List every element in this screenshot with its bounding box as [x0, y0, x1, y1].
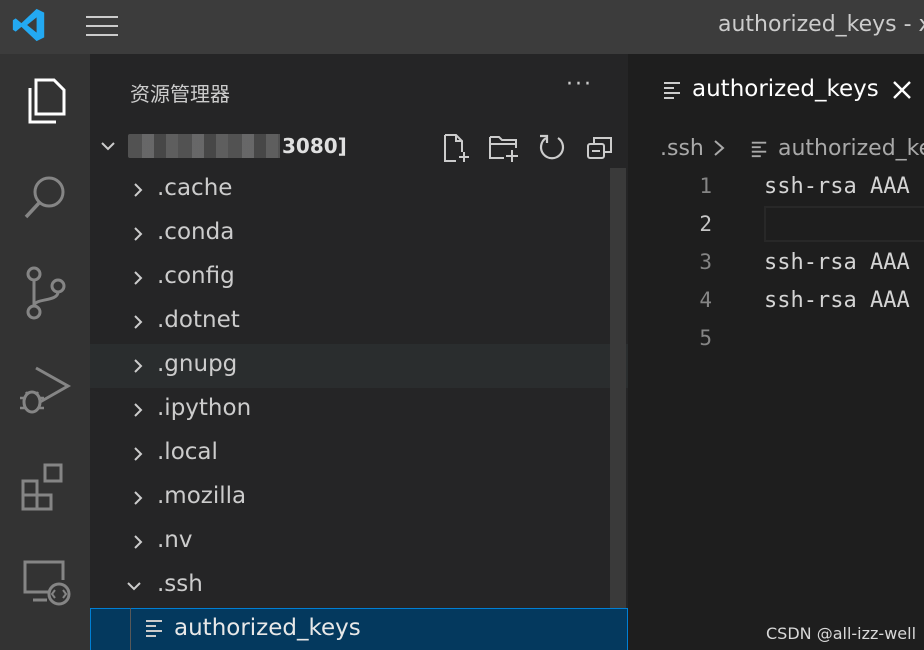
title-bar: authorized_keys - xt — [0, 0, 924, 54]
chevron-down-icon — [101, 142, 115, 151]
refresh-icon[interactable] — [536, 132, 568, 164]
new-folder-icon[interactable] — [488, 132, 520, 164]
chevron-right-icon — [714, 140, 725, 156]
tree-folder-nv[interactable]: .nv — [90, 520, 628, 564]
tree-folder-dotnet[interactable]: .dotnet — [90, 300, 628, 344]
tree-item-label: .cache — [157, 175, 233, 201]
code-line: ssh-rsa AAA — [764, 250, 910, 275]
tree-folder-ssh[interactable]: .ssh — [90, 564, 628, 608]
menu-button[interactable] — [84, 12, 120, 40]
line-number: 3 — [699, 250, 712, 274]
collapse-all-icon[interactable] — [584, 132, 616, 164]
chevron-right-icon — [134, 491, 143, 505]
chevron-right-icon — [134, 535, 143, 549]
tree-item-label: .ssh — [157, 571, 203, 597]
file-tree: .cache .conda .config .dotnet .gnupg .ip… — [90, 168, 628, 650]
chevron-right-icon — [134, 183, 143, 197]
tree-item-label: .mozilla — [157, 483, 247, 509]
text-file-icon — [664, 82, 680, 99]
tree-folder-conda[interactable]: .conda — [90, 212, 628, 256]
code-line: ssh-rsa AAA — [764, 174, 910, 199]
tree-folder-ipython[interactable]: .ipython — [90, 388, 628, 432]
tree-item-label: .nv — [157, 527, 193, 553]
remote-explorer-icon[interactable] — [12, 548, 78, 614]
tab-label: authorized_keys — [692, 76, 879, 102]
workspace-folder-header[interactable]: 3080] — [90, 126, 628, 166]
line-number: 4 — [699, 288, 712, 312]
watermark: CSDN @all-izz-well — [766, 624, 917, 643]
chevron-right-icon — [134, 227, 143, 241]
tree-item-label: .dotnet — [157, 307, 240, 333]
breadcrumb-folder[interactable]: .ssh — [660, 136, 704, 161]
tree-folder-gnupg[interactable]: .gnupg — [90, 344, 628, 388]
tree-item-label: .local — [157, 439, 218, 465]
new-file-icon[interactable] — [440, 132, 472, 164]
indent-guide — [130, 608, 131, 650]
chevron-right-icon — [134, 359, 143, 373]
text-file-icon — [146, 620, 162, 637]
search-icon[interactable] — [12, 164, 78, 230]
editor-tab-bar: authorized_keys — [628, 54, 924, 126]
tree-item-label: .conda — [157, 219, 235, 245]
editor-area: authorized_keys .ssh authorized_keys 1 2… — [628, 54, 924, 650]
text-file-icon — [751, 141, 767, 158]
explorer-sidebar: 资源管理器 ··· 3080] .cache .conda .config .d… — [90, 54, 628, 650]
tab-authorized-keys[interactable]: authorized_keys — [628, 54, 924, 126]
folder-name-suffix: 3080] — [280, 134, 347, 158]
tree-file-authorized-keys[interactable]: authorized_keys — [90, 608, 628, 650]
line-number: 5 — [699, 326, 712, 350]
chevron-right-icon — [134, 403, 143, 417]
chevron-right-icon — [134, 447, 143, 461]
extensions-icon[interactable] — [12, 452, 78, 518]
more-actions-button[interactable]: ··· — [566, 72, 593, 97]
tree-folder-mozilla[interactable]: .mozilla — [90, 476, 628, 520]
explorer-icon[interactable] — [12, 68, 78, 134]
tree-folder-config[interactable]: .config — [90, 256, 628, 300]
tree-item-label: .gnupg — [157, 351, 238, 377]
tree-folder-cache[interactable]: .cache — [90, 168, 628, 212]
tree-item-label: authorized_keys — [174, 615, 361, 641]
chevron-down-icon — [127, 582, 141, 591]
window-title: authorized_keys - xt — [718, 12, 924, 37]
source-control-icon[interactable] — [12, 260, 78, 326]
sidebar-scrollbar[interactable] — [610, 168, 626, 608]
tree-folder-local[interactable]: .local — [90, 432, 628, 476]
tree-item-label: .ipython — [157, 395, 252, 421]
chevron-right-icon — [134, 271, 143, 285]
close-icon[interactable] — [888, 76, 916, 104]
sidebar-title: 资源管理器 — [130, 82, 230, 106]
chevron-right-icon — [134, 315, 143, 329]
line-number: 2 — [699, 212, 712, 236]
breadcrumb-file[interactable]: authorized_keys — [778, 136, 924, 161]
code-line: ssh-rsa AAA — [764, 288, 910, 313]
line-number: 1 — [699, 174, 712, 198]
breadcrumb: .ssh authorized_keys — [628, 126, 924, 166]
run-debug-icon[interactable] — [12, 356, 78, 422]
tree-item-label: .config — [157, 263, 235, 289]
current-line-highlight — [764, 206, 924, 242]
activity-bar — [0, 54, 90, 650]
vscode-logo-icon — [12, 8, 45, 42]
